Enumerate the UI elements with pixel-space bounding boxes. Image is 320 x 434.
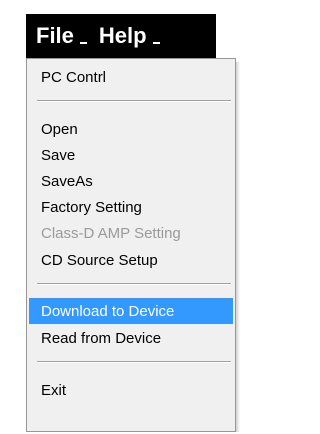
menu-file-label: File bbox=[36, 23, 74, 48]
menu-shadow bbox=[236, 62, 240, 432]
menu-item-factory-setting[interactable]: Factory Setting bbox=[29, 194, 233, 220]
menu-item-download-to-device[interactable]: Download to Device bbox=[29, 298, 233, 324]
menu-help[interactable]: Help bbox=[99, 23, 160, 49]
menu-item-label: Save bbox=[41, 146, 76, 164]
menu-item-exit[interactable]: Exit bbox=[29, 377, 233, 403]
menu-file[interactable]: File bbox=[36, 23, 87, 49]
menu-item-cd-source-setup[interactable]: CD Source Setup bbox=[29, 247, 233, 273]
menu-item-label: CD Source Setup bbox=[41, 251, 158, 269]
menu-item-label: PC Contrl bbox=[41, 68, 107, 86]
file-dropdown-menu: PC Contrl Open Save SaveAs Factory Setti… bbox=[26, 58, 236, 432]
menu-bar: File Help bbox=[26, 14, 216, 58]
dropdown-caret-icon bbox=[79, 42, 87, 44]
menu-item-label: Exit bbox=[41, 381, 67, 399]
menu-separator bbox=[37, 361, 231, 363]
menu-item-label: Factory Setting bbox=[41, 198, 142, 216]
menu-separator bbox=[37, 283, 231, 285]
menu-separator bbox=[37, 100, 231, 102]
menu-item-label: Open bbox=[41, 120, 78, 138]
dropdown-caret-icon bbox=[152, 42, 160, 44]
menu-item-label: Class-D AMP Setting bbox=[41, 224, 181, 242]
menu-item-label: Download to Device bbox=[41, 302, 175, 320]
menu-help-label: Help bbox=[98, 23, 147, 48]
menu-item-class-d-amp-setting: Class-D AMP Setting bbox=[29, 220, 233, 246]
menu-item-pc-control[interactable]: PC Contrl bbox=[29, 64, 233, 90]
menu-item-save[interactable]: Save bbox=[29, 142, 233, 168]
menu-item-save-as[interactable]: SaveAs bbox=[29, 168, 233, 194]
menu-item-label: Read from Device bbox=[41, 329, 162, 347]
menu-item-open[interactable]: Open bbox=[29, 116, 233, 142]
menu-item-read-from-device[interactable]: Read from Device bbox=[29, 325, 233, 351]
menu-item-label: SaveAs bbox=[41, 172, 93, 190]
